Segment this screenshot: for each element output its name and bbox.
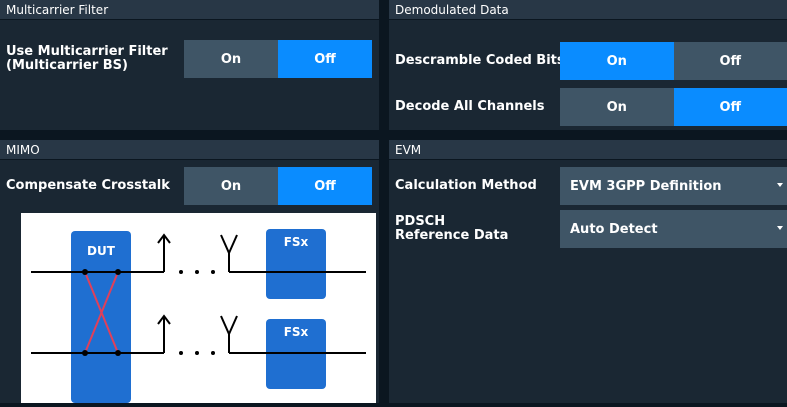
use-multicarrier-filter-row: Use Multicarrier Filter (Multicarrier BS… <box>0 40 379 78</box>
fsx-label-1: FSx <box>284 235 309 249</box>
gap-dot <box>211 270 215 274</box>
decode-all-channels-toggle[interactable]: On Off <box>560 88 787 126</box>
evm-header: EVM <box>389 140 787 160</box>
mimo-diagram-svg: DUT FSx FSx <box>21 213 376 403</box>
descramble-on-option[interactable]: On <box>560 42 674 80</box>
dropdown-caret-icon <box>777 183 783 187</box>
pdsch-reference-data-select[interactable]: Auto Detect <box>560 210 787 248</box>
compensate-crosstalk-label: Compensate Crosstalk <box>6 167 170 205</box>
evm-panel: EVM Calculation Method EVM 3GPP Definiti… <box>389 140 787 403</box>
decode-all-channels-label: Decode All Channels <box>395 88 544 126</box>
calculation-method-label: Calculation Method <box>395 167 537 205</box>
node-dot <box>82 269 88 275</box>
mimo-header: MIMO <box>0 140 379 160</box>
demodulated-data-panel: Demodulated Data Descramble Coded Bits O… <box>389 0 787 130</box>
multicarrier-on-option[interactable]: On <box>184 40 278 78</box>
dropdown-caret-icon <box>777 226 783 230</box>
compensate-crosstalk-toggle[interactable]: On Off <box>184 167 372 205</box>
pdsch-reference-data-row: PDSCH Reference Data Auto Detect <box>389 210 787 248</box>
crosstalk-off-option[interactable]: Off <box>278 167 372 205</box>
calculation-method-select[interactable]: EVM 3GPP Definition <box>560 167 787 205</box>
decode-off-option[interactable]: Off <box>674 88 787 126</box>
mimo-crosstalk-diagram: DUT FSx FSx <box>21 213 376 403</box>
gap-dot <box>195 351 199 355</box>
descramble-coded-bits-label: Descramble Coded Bits <box>395 42 565 80</box>
decode-all-channels-row: Decode All Channels On Off <box>389 88 787 126</box>
use-multicarrier-filter-toggle[interactable]: On Off <box>184 40 372 78</box>
descramble-coded-bits-toggle[interactable]: On Off <box>560 42 787 80</box>
descramble-off-option[interactable]: Off <box>674 42 787 80</box>
gap-dot <box>195 270 199 274</box>
gap-dot <box>179 351 183 355</box>
pdsch-reference-data-value: Auto Detect <box>570 222 658 237</box>
gap-dot <box>179 270 183 274</box>
calculation-method-value: EVM 3GPP Definition <box>570 179 722 194</box>
multicarrier-off-option[interactable]: Off <box>278 40 372 78</box>
node-dot <box>115 269 121 275</box>
use-multicarrier-filter-label: Use Multicarrier Filter (Multicarrier BS… <box>6 40 168 78</box>
descramble-coded-bits-row: Descramble Coded Bits On Off <box>389 42 787 80</box>
pdsch-reference-data-label: PDSCH Reference Data <box>395 210 508 248</box>
compensate-crosstalk-row: Compensate Crosstalk On Off <box>0 167 379 205</box>
gap-dot <box>211 351 215 355</box>
node-dot <box>115 350 121 356</box>
calculation-method-row: Calculation Method EVM 3GPP Definition <box>389 167 787 205</box>
fsx-label-2: FSx <box>284 325 309 339</box>
dut-label: DUT <box>87 244 116 258</box>
node-dot <box>82 350 88 356</box>
demodulated-data-header: Demodulated Data <box>389 0 787 20</box>
decode-on-option[interactable]: On <box>560 88 674 126</box>
crosstalk-on-option[interactable]: On <box>184 167 278 205</box>
multicarrier-filter-header: Multicarrier Filter <box>0 0 379 20</box>
multicarrier-filter-panel: Multicarrier Filter Use Multicarrier Fil… <box>0 0 379 130</box>
